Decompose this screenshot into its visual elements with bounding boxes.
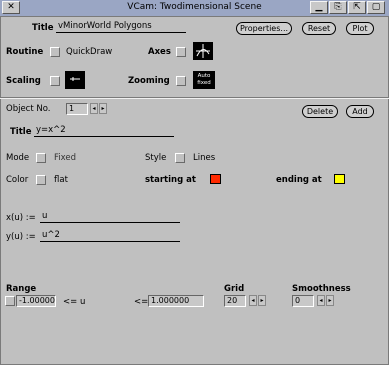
smoothness-label: Smoothness	[292, 284, 351, 294]
color-value: flat	[54, 175, 68, 185]
maximize-window-button[interactable]: ⇱	[348, 1, 366, 14]
iconify-window-button[interactable]: ▢	[367, 1, 385, 14]
color-label: Color	[6, 175, 29, 185]
properties-button[interactable]: Properties...	[236, 22, 292, 35]
color-menu-button[interactable]	[36, 175, 46, 185]
plot-button[interactable]: Plot	[346, 22, 374, 35]
grid-down-arrow[interactable]: ◂	[249, 295, 257, 306]
routine-value: QuickDraw	[66, 47, 113, 57]
zooming-icon: Auto fixed	[193, 71, 215, 89]
minimize-window-button[interactable]: ▁	[310, 1, 328, 14]
mode-menu-button[interactable]	[36, 153, 46, 163]
scene-title-label: Title	[32, 23, 54, 33]
object-title-field[interactable]: y=x^2	[34, 124, 174, 137]
grid-label: Grid	[224, 284, 245, 294]
restore-window-button[interactable]: ⎘	[329, 1, 347, 14]
style-value: Lines	[193, 153, 216, 163]
range-max-field[interactable]: 1.000000	[148, 295, 204, 307]
axes-label: Axes	[148, 47, 171, 57]
delete-object-button[interactable]: Delete	[302, 105, 338, 118]
smoothness-field[interactable]: 0	[292, 295, 314, 307]
scaling-icon	[65, 71, 85, 89]
object-number-down-arrow[interactable]: ◂	[90, 103, 98, 114]
range-label: Range	[6, 284, 37, 294]
zooming-label: Zooming	[128, 76, 170, 86]
style-menu-button[interactable]	[175, 153, 185, 163]
object-number-label: Object No.	[6, 104, 51, 114]
scene-title-field[interactable]: vMinorWorld Polygons	[56, 20, 186, 33]
axes-icon	[193, 42, 213, 60]
range-lower-relation: <= u	[63, 297, 86, 307]
axes-menu-button[interactable]	[176, 47, 186, 57]
window-body	[0, 16, 389, 365]
range-upper-relation: <=	[134, 297, 149, 307]
reset-button[interactable]: Reset	[302, 22, 336, 35]
scaling-menu-button[interactable]	[50, 76, 60, 86]
routine-label: Routine	[6, 47, 44, 57]
x-function-label: x(u) :=	[6, 213, 36, 223]
smoothness-down-arrow[interactable]: ◂	[317, 295, 325, 306]
mode-value: Fixed	[54, 153, 77, 163]
section-separator	[0, 97, 389, 99]
object-title-label: Title	[10, 127, 32, 137]
end-color-swatch[interactable]	[334, 174, 345, 184]
object-number-field[interactable]: 1	[66, 103, 88, 115]
y-function-label: y(u) :=	[6, 232, 36, 242]
grid-field[interactable]: 20	[224, 295, 246, 307]
y-function-field[interactable]: u^2	[40, 229, 180, 242]
ending-at-label: ending at	[276, 175, 322, 185]
range-min-field[interactable]: -1.000000	[16, 295, 56, 307]
zooming-menu-button[interactable]	[176, 76, 186, 86]
starting-at-label: starting at	[145, 175, 196, 185]
mode-label: Mode	[6, 153, 30, 163]
routine-menu-button[interactable]	[50, 47, 60, 57]
style-label: Style	[145, 153, 167, 163]
scaling-label: Scaling	[6, 76, 41, 86]
grid-up-arrow[interactable]: ▸	[258, 295, 266, 306]
range-min-toggle[interactable]	[5, 296, 15, 306]
start-color-swatch[interactable]	[210, 174, 221, 184]
window-titlebar[interactable]: ✕ VCam: Twodimensional Scene ▁ ⎘ ⇱ ▢	[0, 0, 389, 17]
object-number-up-arrow[interactable]: ▸	[99, 103, 107, 114]
x-function-field[interactable]: u	[40, 210, 180, 223]
smoothness-up-arrow[interactable]: ▸	[326, 295, 334, 306]
add-object-button[interactable]: Add	[346, 105, 374, 118]
